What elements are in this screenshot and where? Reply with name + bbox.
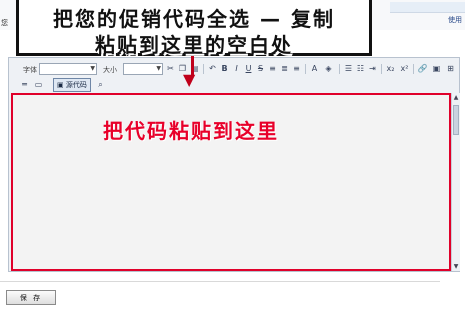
font-select[interactable]: ▼ [39,63,97,75]
undo-icon[interactable]: ↶ [207,63,218,74]
footer-divider [0,281,440,282]
toolbar-divider [381,64,382,74]
strikethrough-icon[interactable]: S [255,63,266,74]
banner-line-2: 粘贴到这里的空白处 [95,33,293,57]
toolbar-divider [413,64,414,74]
unordered-list-icon[interactable]: ☷ [355,63,366,74]
cut-icon[interactable]: ✂ [165,63,176,74]
superscript-icon[interactable]: x² [399,63,410,74]
preview-icon[interactable]: ⌕ [95,79,106,90]
source-label: 源代码 [65,81,87,89]
arrow-down-icon: ▼ [183,70,196,89]
left-label: 您 [1,19,8,27]
ordered-list-icon[interactable]: ☰ [343,63,354,74]
table-icon[interactable]: ⊞ [445,63,456,74]
toolbar-row-1: 字体 ▼ 大小 ▼ ✂ ❐ ▤ ↶ B I U S ≡ ≣ ≡ A ◈ ☰ ☷ … [9,61,459,78]
content-editable-area[interactable]: 把代码粘贴到这里 [11,93,451,271]
toolbar-divider [339,64,340,74]
left-label-2 [1,42,3,50]
underline-icon[interactable]: U [243,63,254,74]
scroll-down-icon[interactable]: ▼ [452,263,460,270]
italic-icon[interactable]: I [231,63,242,74]
source-icon: ▣ [57,81,64,89]
vertical-scrollbar[interactable]: ▲ ▼ [451,93,460,271]
link-icon[interactable]: 🔗 [417,63,428,74]
bold-icon[interactable]: B [219,63,230,74]
chevron-down-icon: ▼ [90,65,95,72]
horizontal-rule-icon[interactable]: ═ [19,79,30,90]
align-center-icon[interactable]: ≣ [279,63,290,74]
font-label: 字体 [23,66,37,74]
source-button[interactable]: ▣ 源代码 [53,78,91,92]
chevron-down-icon: ▼ [156,65,161,72]
instruction-banner: 把您的促销代码全选 — 复制 粘贴到这里的空白处 [16,0,372,57]
highlight-icon[interactable]: ◈ [323,63,334,74]
image-icon[interactable]: ▣ [431,63,442,74]
scroll-thumb[interactable] [453,105,459,135]
text-color-icon[interactable]: A [309,63,320,74]
template-icon[interactable]: ▭ [33,79,44,90]
subscript-icon[interactable]: x₂ [385,63,396,74]
size-label: 大小 [103,66,117,74]
indent-icon[interactable]: ⇥ [367,63,378,74]
toolbar-row-2: ═ ▭ ▣ 源代码 ⌕ [9,77,459,94]
banner-line-1: 把您的促销代码全选 — 复制 [53,7,335,31]
top-right-bar [390,2,465,13]
placeholder-text: 把代码粘贴到这里 [103,119,279,143]
scroll-up-icon[interactable]: ▲ [452,94,460,101]
help-link[interactable]: 使用 [448,15,462,25]
toolbar-divider [203,64,204,74]
align-right-icon[interactable]: ≡ [291,63,302,74]
save-button[interactable]: 保 存 [6,290,56,305]
toolbar-divider [305,64,306,74]
align-left-icon[interactable]: ≡ [267,63,278,74]
size-select[interactable]: ▼ [123,63,163,75]
